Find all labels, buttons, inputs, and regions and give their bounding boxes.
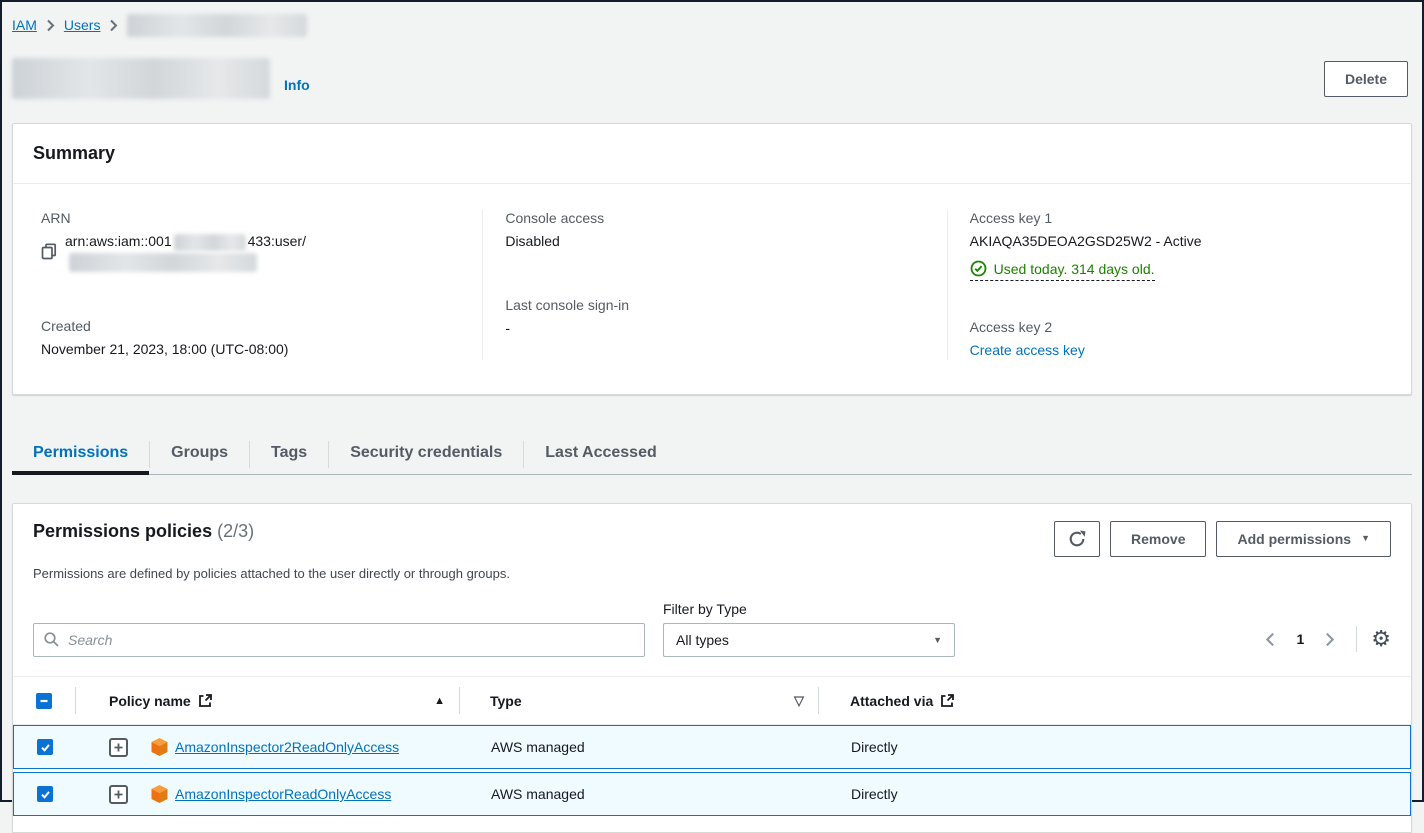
breadcrumb-link-iam[interactable]: IAM <box>12 17 37 33</box>
policy-attached-via: Directly <box>819 773 1410 815</box>
console-access-value: Disabled <box>505 231 926 251</box>
refresh-icon <box>1068 530 1086 548</box>
last-signin-label: Last console sign-in <box>505 297 926 313</box>
policies-count: (2/3) <box>217 521 254 541</box>
page-header: Info Delete <box>2 36 1422 99</box>
redacted-breadcrumb-user-name <box>127 14 307 37</box>
policy-type: AWS managed <box>460 773 819 815</box>
redacted-page-title <box>12 58 270 99</box>
search-input[interactable] <box>33 623 645 657</box>
access-key-1-value: AKIAQA35DEOA2GSD25W2 - Active <box>970 231 1391 251</box>
add-permissions-button[interactable]: Add permissions▼ <box>1216 521 1391 557</box>
summary-title: Summary <box>33 143 115 163</box>
remove-button[interactable]: Remove <box>1110 521 1206 557</box>
info-link[interactable]: Info <box>284 77 310 93</box>
page-number[interactable]: 1 <box>1296 631 1304 647</box>
permissions-policies-card: Permissions policies(2/3) Remove Add per… <box>12 503 1412 833</box>
table-header-row: Policy name ▲ Type ▽ Attached via <box>13 676 1411 725</box>
caret-down-icon: ▼ <box>933 635 942 645</box>
create-access-key-link[interactable]: Create access key <box>970 342 1085 358</box>
column-header-policy-name[interactable]: Policy name <box>109 693 191 709</box>
table-row: AmazonInspectorReadOnlyAccess AWS manage… <box>13 772 1411 816</box>
created-value: November 21, 2023, 18:00 (UTC-08:00) <box>41 339 462 359</box>
chevron-left-icon[interactable] <box>1260 629 1281 650</box>
redacted-account-id <box>174 234 246 251</box>
policy-link[interactable]: AmazonInspector2ReadOnlyAccess <box>175 739 399 755</box>
summary-card: Summary ARN arn:aws:iam::001433:user/ Cr… <box>12 123 1412 395</box>
gear-icon[interactable]: ⚙ <box>1371 628 1391 650</box>
breadcrumb: IAM Users <box>2 2 1422 36</box>
tab-last-accessed[interactable]: Last Accessed <box>524 435 677 474</box>
breadcrumb-link-users[interactable]: Users <box>64 17 101 33</box>
expand-icon[interactable] <box>109 785 128 804</box>
policy-icon <box>150 784 169 804</box>
breadcrumb-chevron-icon <box>109 19 118 32</box>
chevron-right-icon[interactable] <box>1319 629 1340 650</box>
select-all-checkbox-indeterminate[interactable] <box>36 693 52 709</box>
policy-link[interactable]: AmazonInspectorReadOnlyAccess <box>175 786 391 802</box>
sort-indicator-icon[interactable]: ▽ <box>794 693 804 709</box>
expand-icon[interactable] <box>109 738 128 757</box>
delete-button[interactable]: Delete <box>1324 61 1408 97</box>
row-checkbox-checked[interactable] <box>37 739 53 755</box>
tab-groups[interactable]: Groups <box>150 435 249 474</box>
filter-by-type-label: Filter by Type <box>663 601 955 617</box>
search-icon <box>43 631 60 651</box>
column-header-type[interactable]: Type <box>490 693 522 709</box>
row-checkbox-checked[interactable] <box>37 786 53 802</box>
tab-permissions[interactable]: Permissions <box>12 435 149 474</box>
console-access-label: Console access <box>505 210 926 226</box>
column-header-attached-via[interactable]: Attached via <box>850 693 933 709</box>
table-row: AmazonInspector2ReadOnlyAccess AWS manag… <box>13 725 1411 769</box>
policy-attached-via: Directly <box>819 726 1410 768</box>
refresh-button[interactable] <box>1054 521 1100 557</box>
policies-title: Permissions policies <box>33 521 212 541</box>
tab-security-credentials[interactable]: Security credentials <box>329 435 523 474</box>
copy-icon[interactable] <box>41 243 57 260</box>
external-link-icon <box>198 693 213 708</box>
tab-strip: Permissions Groups Tags Security credent… <box>12 435 1412 475</box>
last-signin-value: - <box>505 318 926 338</box>
breadcrumb-chevron-icon <box>46 19 55 32</box>
policies-description: Permissions are defined by policies atta… <box>13 566 1411 581</box>
policy-type: AWS managed <box>460 726 819 768</box>
external-link-icon <box>940 693 955 708</box>
sort-ascending-icon[interactable]: ▲ <box>434 695 445 707</box>
policy-icon <box>150 737 169 757</box>
access-key-2-label: Access key 2 <box>970 319 1391 335</box>
access-key-1-label: Access key 1 <box>970 210 1391 226</box>
policies-table: Policy name ▲ Type ▽ Attached via <box>13 676 1411 816</box>
type-filter-select[interactable]: All types ▼ <box>663 623 955 657</box>
redacted-arn-user-name <box>69 253 257 272</box>
arn-label: ARN <box>41 210 462 226</box>
check-circle-icon <box>970 260 987 277</box>
created-label: Created <box>41 318 462 334</box>
access-key-usage-status[interactable]: Used today. 314 days old. <box>970 260 1155 281</box>
caret-down-icon: ▼ <box>1361 529 1370 547</box>
arn-value: arn:aws:iam::001433:user/ <box>65 231 462 272</box>
tab-tags[interactable]: Tags <box>250 435 328 474</box>
